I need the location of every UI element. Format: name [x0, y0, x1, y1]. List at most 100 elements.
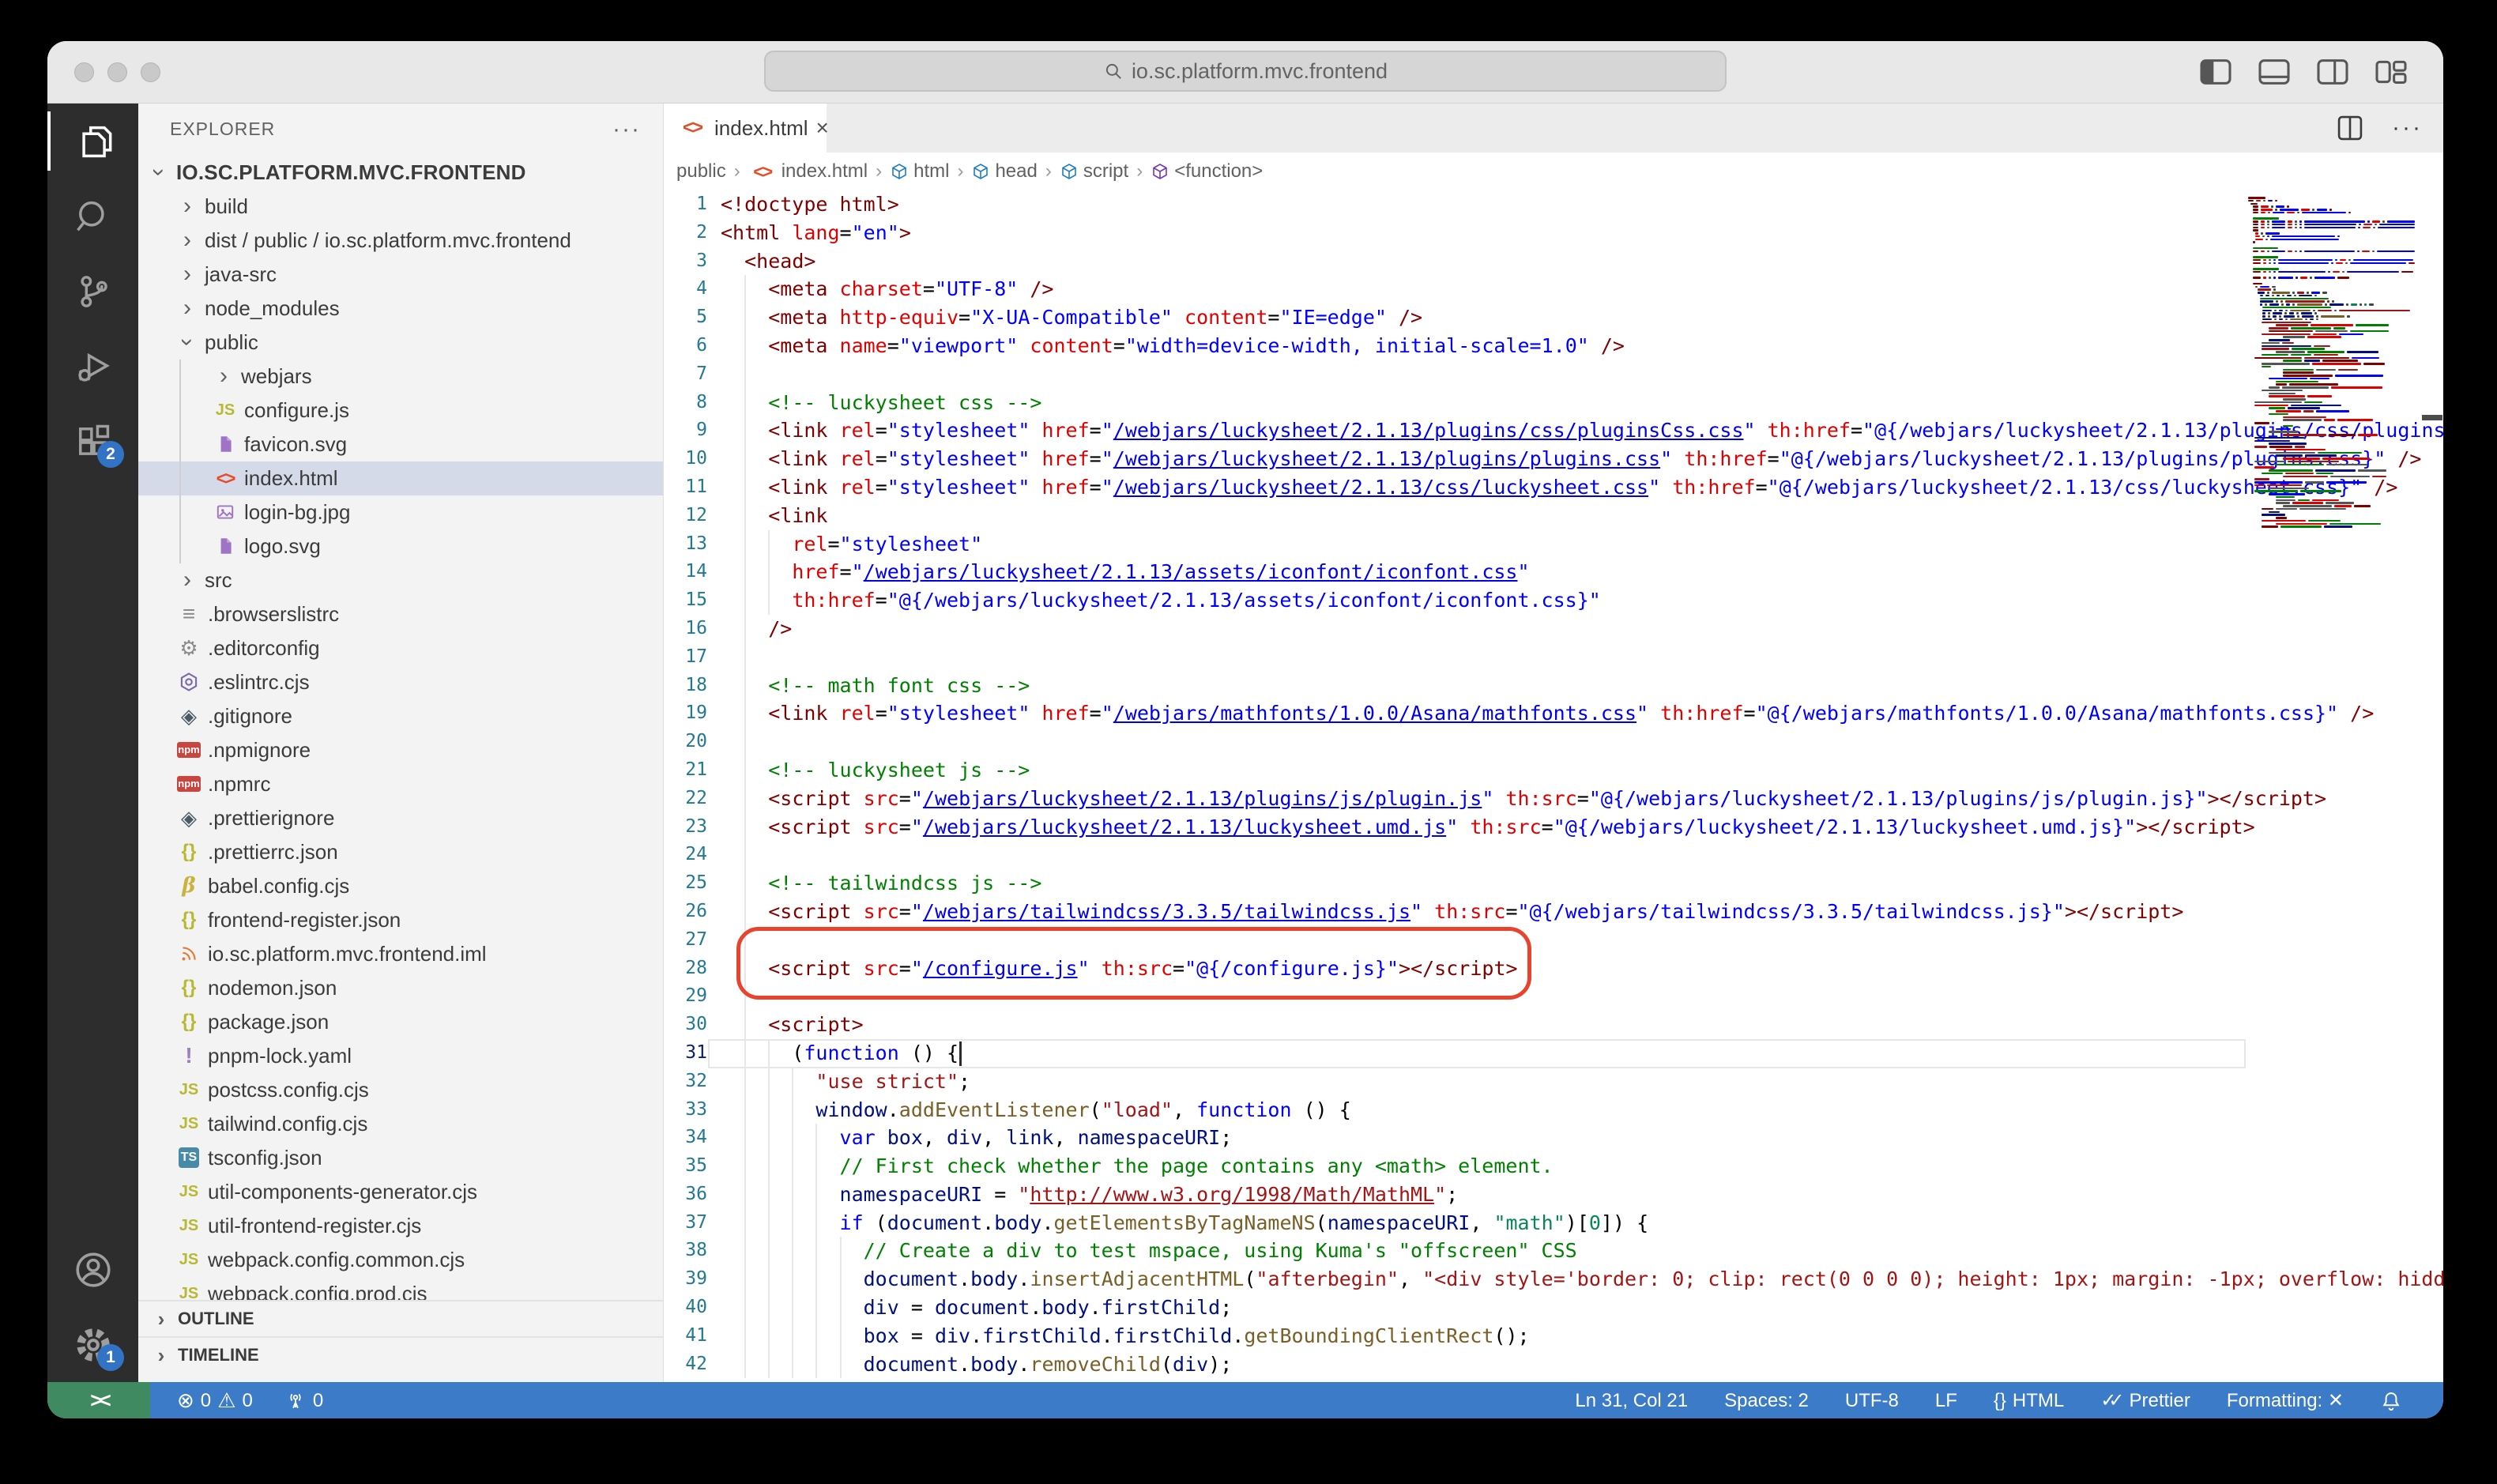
close-tab-icon[interactable]: × [816, 115, 829, 141]
status-encoding[interactable]: UTF-8 [1845, 1390, 1899, 1412]
tree-item-nodemon.json[interactable]: {}nodemon.json [138, 971, 663, 1005]
outline-section[interactable]: › OUTLINE [138, 1300, 663, 1336]
js-file-icon: JS [175, 1251, 203, 1269]
tree-item-tailwind.config.cjs[interactable]: JStailwind.config.cjs [138, 1107, 663, 1141]
tree-item-.eslintrc.cjs[interactable]: .eslintrc.cjs [138, 665, 663, 699]
tree-item-util-components-generator.cjs[interactable]: JSutil-components-generator.cjs [138, 1175, 663, 1209]
explorer-actions-icon[interactable]: ··· [612, 116, 641, 143]
tree-item-login-bg.jpg[interactable]: login-bg.jpg [138, 495, 663, 529]
toggle-secondary-sidebar-icon[interactable] [2315, 58, 2350, 86]
status-eol[interactable]: LF [1935, 1390, 1957, 1412]
code-line-23: 23 <script src="/webjars/luckysheet/2.1.… [664, 813, 2443, 842]
code-line-1: 1<!doctype html> [664, 190, 2443, 219]
tree-item-util-frontend-register.cjs[interactable]: JSutil-frontend-register.cjs [138, 1209, 663, 1243]
tree-item-package.json[interactable]: {}package.json [138, 1005, 663, 1039]
tree-item-.npmrc[interactable]: npm.npmrc [138, 767, 663, 801]
settings-icon[interactable]: 1 [47, 1307, 138, 1382]
code-editor[interactable]: 1<!doctype html>2<html lang="en">3 <head… [664, 190, 2443, 1382]
tree-item-label: .npmignore [208, 738, 311, 763]
tree-item-babel.config.cjs[interactable]: βbabel.config.cjs [138, 869, 663, 903]
toggle-panel-icon[interactable] [2257, 58, 2292, 86]
status-notifications[interactable] [2380, 1390, 2408, 1412]
tree-item-.prettierignore[interactable]: ◈.prettierignore [138, 801, 663, 835]
accounts-icon[interactable] [47, 1232, 138, 1307]
breadcrumb-item-html[interactable]: html [890, 160, 949, 183]
code-line-14: 14 href="/webjars/luckysheet/2.1.13/asse… [664, 558, 2443, 586]
status-language-mode[interactable]: {}HTML [1994, 1390, 2064, 1412]
explorer-icon[interactable] [47, 104, 138, 179]
tree-item-logo.svg[interactable]: logo.svg [138, 529, 663, 563]
breadcrumb-item-public[interactable]: public [676, 160, 726, 183]
tree-item-src[interactable]: ›src [138, 563, 663, 597]
status-formatting[interactable]: Formatting: ✕ [2227, 1389, 2344, 1412]
zoom-window-button[interactable] [141, 62, 160, 82]
code-line-29: 29 [664, 982, 2443, 1011]
tree-item-.editorconfig[interactable]: ⚙.editorconfig [138, 631, 663, 665]
minimap[interactable] [2248, 197, 2424, 529]
tree-item-label: index.html [244, 466, 338, 491]
tree-item-public[interactable]: ›public [138, 326, 663, 360]
tree-item-favicon.svg[interactable]: favicon.svg [138, 427, 663, 461]
problems-indicator[interactable]: ⊗ 0 ⚠ 0 [177, 1388, 253, 1413]
tree-item-index.html[interactable]: <>index.html [138, 461, 663, 495]
breadcrumb-item-head[interactable]: head [971, 160, 1037, 183]
file-tree: ›IO.SC.PLATFORM.MVC.FRONTEND›build›dist … [138, 156, 663, 1300]
tree-item-io.sc.platform.mvc.frontend[interactable]: ›IO.SC.PLATFORM.MVC.FRONTEND [138, 156, 663, 190]
search-icon[interactable] [47, 179, 138, 254]
tree-item-label: .editorconfig [208, 636, 320, 661]
tree-item-postcss.config.cjs[interactable]: JSpostcss.config.cjs [138, 1073, 663, 1107]
breadcrumb-item-index.html[interactable]: <>index.html [748, 160, 868, 183]
code-line-8: 8 <!-- luckysheet css --> [664, 389, 2443, 417]
status-formatter[interactable]: ✓✓Prettier [2100, 1389, 2190, 1412]
image-file-icon [211, 502, 239, 522]
tree-item-webjars[interactable]: ›webjars [138, 360, 663, 394]
config-file-icon: ⚙ [175, 636, 203, 661]
toggle-primary-sidebar-icon[interactable] [2198, 58, 2233, 86]
tree-item-node-modules[interactable]: ›node_modules [138, 292, 663, 326]
tree-item-configure.js[interactable]: JSconfigure.js [138, 394, 663, 427]
code-line-9: 9 <link rel="stylesheet" href="/webjars/… [664, 416, 2443, 445]
js-file-icon: JS [175, 1285, 203, 1300]
breadcrumb-label: <function> [1174, 160, 1263, 183]
source-control-icon[interactable] [47, 254, 138, 329]
status-cursor-position[interactable]: Ln 31, Col 21 [1575, 1390, 1688, 1412]
breadcrumb-item-script[interactable]: script [1060, 160, 1128, 183]
editor-actions-icon[interactable]: ··· [2392, 115, 2423, 141]
tree-item-.prettierrc.json[interactable]: {}.prettierrc.json [138, 835, 663, 869]
tree-item-frontend-register.json[interactable]: {}frontend-register.json [138, 903, 663, 937]
tree-item-webpack.config.prod.cjs[interactable]: JSwebpack.config.prod.cjs [138, 1277, 663, 1300]
ports-indicator[interactable]: 0 [284, 1390, 323, 1412]
tree-item-webpack.config.common.cjs[interactable]: JSwebpack.config.common.cjs [138, 1243, 663, 1277]
tree-item-label: IO.SC.PLATFORM.MVC.FRONTEND [176, 160, 526, 185]
split-editor-icon[interactable] [2335, 115, 2365, 141]
code-line-12: 12 <link [664, 502, 2443, 530]
tab-index-html[interactable]: <> index.html × [664, 104, 827, 153]
breadcrumb-item--function-[interactable]: <function> [1151, 160, 1263, 183]
tree-item-pnpm-lock.yaml[interactable]: !pnpm-lock.yaml [138, 1039, 663, 1073]
explorer-sidebar: EXPLORER ··· ›IO.SC.PLATFORM.MVC.FRONTEN… [138, 104, 664, 1382]
tree-item-.gitignore[interactable]: ◈.gitignore [138, 699, 663, 733]
tree-item-dist-public-io.sc.platform.mvc.frontend[interactable]: ›dist / public / io.sc.platform.mvc.fron… [138, 224, 663, 258]
command-center-search[interactable]: io.sc.platform.mvc.frontend [764, 51, 1727, 92]
extensions-icon[interactable]: 2 [47, 404, 138, 479]
run-debug-icon[interactable] [47, 329, 138, 404]
timeline-section[interactable]: › TIMELINE [138, 1336, 663, 1373]
tree-item-.npmignore[interactable]: npm.npmignore [138, 733, 663, 767]
tree-item-java-src[interactable]: ›java-src [138, 258, 663, 292]
code-line-22: 22 <script src="/webjars/luckysheet/2.1.… [664, 785, 2443, 813]
customize-layout-icon[interactable] [2374, 58, 2408, 86]
error-icon: ⊗ [177, 1388, 194, 1413]
tree-item-.browserslistrc[interactable]: ≡.browserslistrc [138, 597, 663, 631]
ts-file-icon: TS [175, 1147, 203, 1168]
double-check-icon: ✓✓ [2100, 1389, 2116, 1412]
tree-item-tsconfig.json[interactable]: TStsconfig.json [138, 1141, 663, 1175]
minimize-window-button[interactable] [107, 62, 127, 82]
remote-indicator[interactable]: >< [47, 1382, 150, 1418]
close-window-button[interactable] [74, 62, 94, 82]
status-indentation[interactable]: Spaces: 2 [1724, 1390, 1809, 1412]
code-line-35: 35 // First check whether the page conta… [664, 1152, 2443, 1181]
js-file-icon: JS [175, 1217, 203, 1235]
tree-item-io.sc.platform.mvc.frontend.iml[interactable]: io.sc.platform.mvc.frontend.iml [138, 937, 663, 971]
tree-item-build[interactable]: ›build [138, 190, 663, 224]
code-line-25: 25 <!-- tailwindcss js --> [664, 869, 2443, 898]
